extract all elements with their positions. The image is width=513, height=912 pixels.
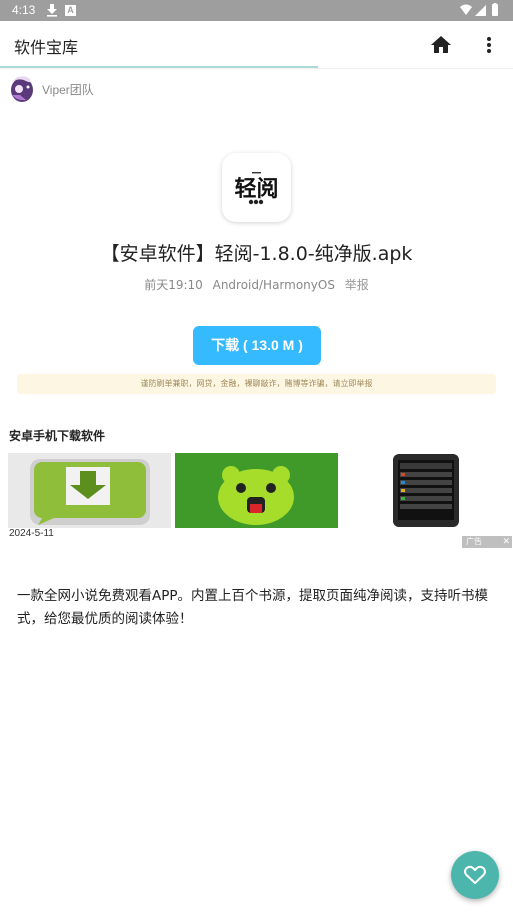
fraud-warning-banner: 谨防刷单兼职，网贷，金融，裸聊敲诈，赌博等诈骗，请立即举报 [17,374,496,394]
app-bar-divider [0,68,513,69]
ad-badge-label: 广告 [466,537,482,546]
signal-battery-icon [460,3,498,16]
status-bar: 4:13 A [0,0,513,21]
ad-close-icon[interactable]: ✕ [502,536,510,548]
favorite-button[interactable] [451,851,499,899]
upload-date: 前天19:10 [144,278,203,292]
home-button[interactable] [429,33,453,57]
ad-image-mascot[interactable] [175,453,338,528]
green-mascot-icon [175,453,338,528]
heart-icon [464,865,486,884]
author-row[interactable]: Viper团队 [8,75,308,103]
notification-a-icon: A [65,5,76,16]
ad-image-phone[interactable] [342,453,505,528]
app-icon: 轻阅 [222,153,291,222]
download-box-icon [8,453,171,528]
download-status-icon [47,4,57,17]
qingyue-logo-icon: 轻阅 [234,172,279,205]
ad-badge: 广告 ✕ [462,536,512,548]
ad-title[interactable]: 安卓手机下载软件 [9,427,105,444]
app-bar-title: 软件宝库 [14,38,79,57]
app-bar: 软件宝库 [0,21,513,68]
ad-date: 2024-5-11 [9,528,54,539]
status-time: 4:13 [12,3,36,17]
download-button[interactable]: 下载 ( 13.0 M ) [193,326,321,365]
more-vert-icon [487,37,491,53]
author-name: Viper团队 [42,83,94,97]
ad-image-download[interactable] [8,453,171,528]
svg-text:轻阅: 轻阅 [234,176,278,202]
app-meta-row: 前天19:10 Android/HarmonyOS 举报 [0,276,513,293]
report-link[interactable]: 举报 [345,278,369,292]
platform-label: Android/HarmonyOS [212,278,335,292]
home-icon [431,36,451,53]
phone-screenshot-icon [342,453,505,528]
app-description: 一款全网小说免费观看APP。内置上百个书源，提取页面纯净阅读，支持听书模式，给您… [17,588,489,627]
app-title: 【安卓软件】轻阅-1.8.0-纯净版.apk [100,243,413,265]
more-options-button[interactable] [479,33,499,57]
avatar [11,76,33,102]
